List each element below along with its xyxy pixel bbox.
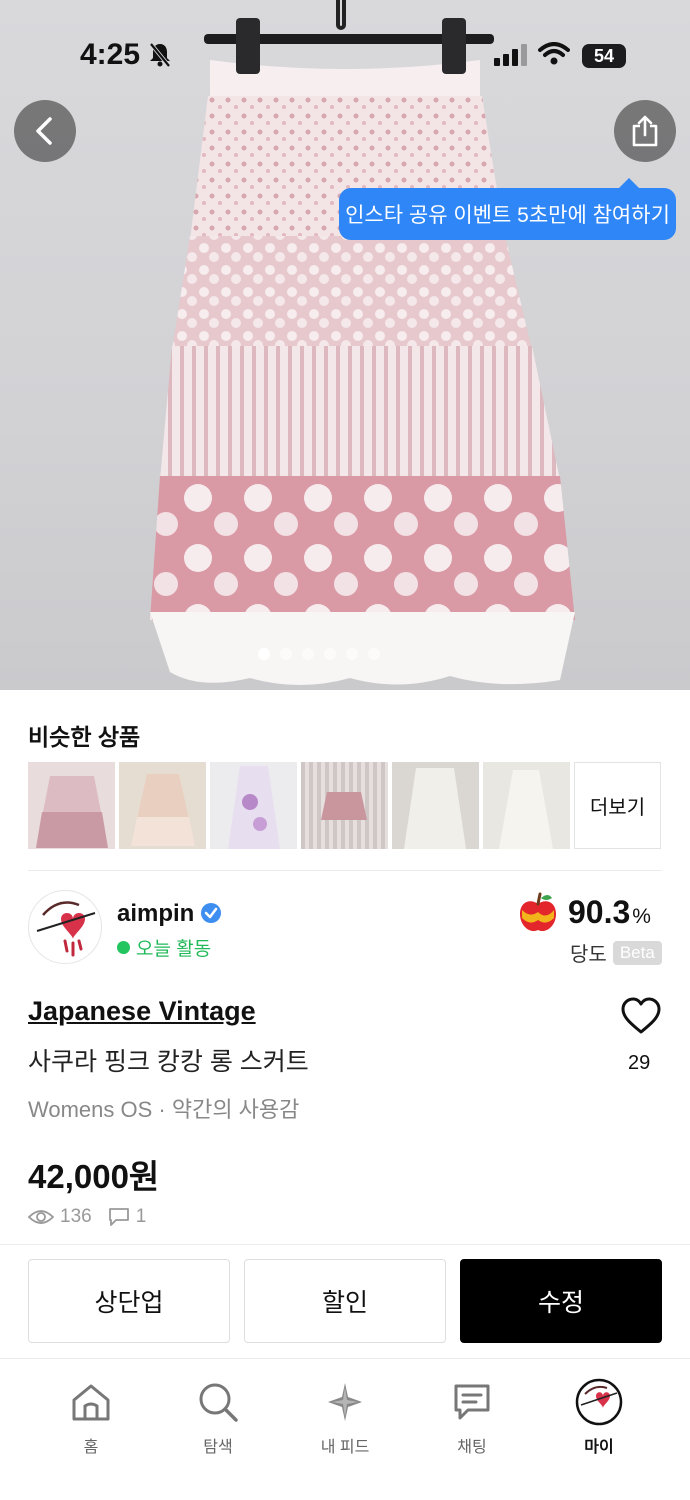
share-event-tooltip[interactable]: 인스타 공유 이벤트 5초만에 참여하기 bbox=[339, 178, 676, 240]
similar-item-2[interactable] bbox=[119, 762, 206, 849]
carousel-dot[interactable] bbox=[368, 648, 380, 660]
carousel-pagination bbox=[258, 648, 380, 660]
status-bar: 4:25 54 bbox=[0, 0, 690, 110]
similar-item-image bbox=[321, 792, 367, 820]
similar-items-more-button[interactable]: 더보기 bbox=[574, 762, 661, 849]
status-time: 4:25 bbox=[80, 38, 141, 71]
like-heart-icon[interactable] bbox=[620, 996, 662, 1036]
carousel-dot[interactable] bbox=[302, 648, 314, 660]
verified-badge-icon bbox=[201, 903, 221, 923]
similar-item-image bbox=[36, 776, 108, 848]
divider bbox=[28, 870, 662, 871]
product-image-carousel[interactable]: 4:25 54 인스타 공유 이벤트 5초만에 참여하기 bbox=[0, 0, 690, 690]
action-bar: 상단업 할인 수정 bbox=[28, 1259, 662, 1343]
divider bbox=[0, 1244, 690, 1245]
seller-name[interactable]: aimpin bbox=[117, 900, 194, 928]
nav-my[interactable]: 마이 bbox=[544, 1378, 654, 1457]
eye-icon bbox=[28, 1210, 54, 1224]
share-button[interactable] bbox=[614, 100, 676, 162]
product-meta: Womens OS · 약간의 사용감 bbox=[28, 1097, 300, 1122]
product-detail-page: 4:25 54 인스타 공유 이벤트 5초만에 참여하기 비슷한 상품 더보기 … bbox=[0, 0, 690, 1500]
wifi-icon bbox=[538, 42, 570, 65]
profile-avatar-icon bbox=[575, 1378, 623, 1426]
sweetness-label-row: 당도 Beta bbox=[570, 938, 662, 967]
nav-search-label: 탐색 bbox=[203, 1439, 233, 1456]
carousel-dot[interactable] bbox=[346, 648, 358, 660]
nav-chat-label: 채팅 bbox=[457, 1439, 487, 1456]
similar-item-6[interactable] bbox=[483, 762, 570, 849]
silent-bell-icon bbox=[149, 42, 171, 68]
nav-home-label: 홈 bbox=[83, 1439, 99, 1456]
similar-item-image bbox=[228, 766, 280, 849]
nav-feed[interactable]: 내 피드 bbox=[290, 1379, 400, 1457]
sparkle-icon bbox=[328, 1383, 362, 1421]
nav-feed-label: 내 피드 bbox=[320, 1439, 370, 1456]
carousel-dot[interactable] bbox=[258, 648, 270, 660]
battery-indicator: 54 bbox=[582, 44, 626, 68]
chat-icon bbox=[454, 1384, 490, 1420]
sweetness-score: 90.3% bbox=[568, 894, 651, 931]
similar-items-list: 더보기 bbox=[28, 762, 661, 849]
view-count: 136 bbox=[60, 1206, 92, 1227]
sweetness-score-value: 90.3 bbox=[568, 894, 631, 930]
similar-items-title: 비슷한 상품 bbox=[28, 724, 141, 750]
like-count: 29 bbox=[628, 1052, 651, 1074]
bump-up-button[interactable]: 상단업 bbox=[28, 1259, 230, 1343]
search-icon bbox=[199, 1383, 238, 1422]
bottom-nav: 홈 탐색 내 피드 채팅 마이 bbox=[0, 1358, 690, 1500]
beta-badge: Beta bbox=[612, 940, 662, 965]
product-stats: 136 1 bbox=[28, 1206, 146, 1228]
seller-activity-status: 오늘 활동 bbox=[117, 934, 211, 961]
similar-item-image bbox=[131, 774, 195, 846]
brand-link[interactable]: Japanese Vintage bbox=[28, 996, 256, 1027]
edit-button[interactable]: 수정 bbox=[460, 1259, 662, 1343]
sweetness-score-unit: % bbox=[632, 905, 651, 928]
similar-item-1[interactable] bbox=[28, 762, 115, 849]
comment-count: 1 bbox=[135, 1206, 147, 1227]
nav-search[interactable]: 탐색 bbox=[163, 1379, 273, 1457]
home-icon bbox=[72, 1384, 110, 1421]
chevron-left-icon bbox=[36, 117, 52, 145]
seller-avatar[interactable] bbox=[28, 890, 102, 964]
carousel-dot[interactable] bbox=[324, 648, 336, 660]
product-price: 42,000원 bbox=[28, 1158, 160, 1195]
similar-item-image bbox=[499, 770, 553, 849]
share-icon bbox=[632, 115, 658, 147]
comment-icon bbox=[108, 1208, 129, 1226]
product-title: 사쿠라 핑크 캉캉 롱 스커트 bbox=[28, 1048, 309, 1076]
discount-button[interactable]: 할인 bbox=[244, 1259, 446, 1343]
nav-home[interactable]: 홈 bbox=[36, 1379, 146, 1457]
similar-item-image bbox=[404, 768, 466, 849]
sweetness-label: 당도 bbox=[570, 944, 607, 966]
activity-label: 오늘 활동 bbox=[136, 939, 212, 960]
similar-item-3[interactable] bbox=[210, 762, 297, 849]
nav-my-label: 마이 bbox=[584, 1439, 614, 1456]
sweetness-apple-icon bbox=[520, 892, 556, 932]
cellular-signal-icon bbox=[494, 44, 527, 66]
carousel-dot[interactable] bbox=[280, 648, 292, 660]
similar-item-4[interactable] bbox=[301, 762, 388, 849]
nav-chat[interactable]: 채팅 bbox=[417, 1379, 527, 1457]
online-dot-icon bbox=[117, 941, 130, 954]
cupid-heart-logo-icon bbox=[36, 901, 96, 957]
back-button[interactable] bbox=[14, 100, 76, 162]
similar-item-5[interactable] bbox=[392, 762, 479, 849]
